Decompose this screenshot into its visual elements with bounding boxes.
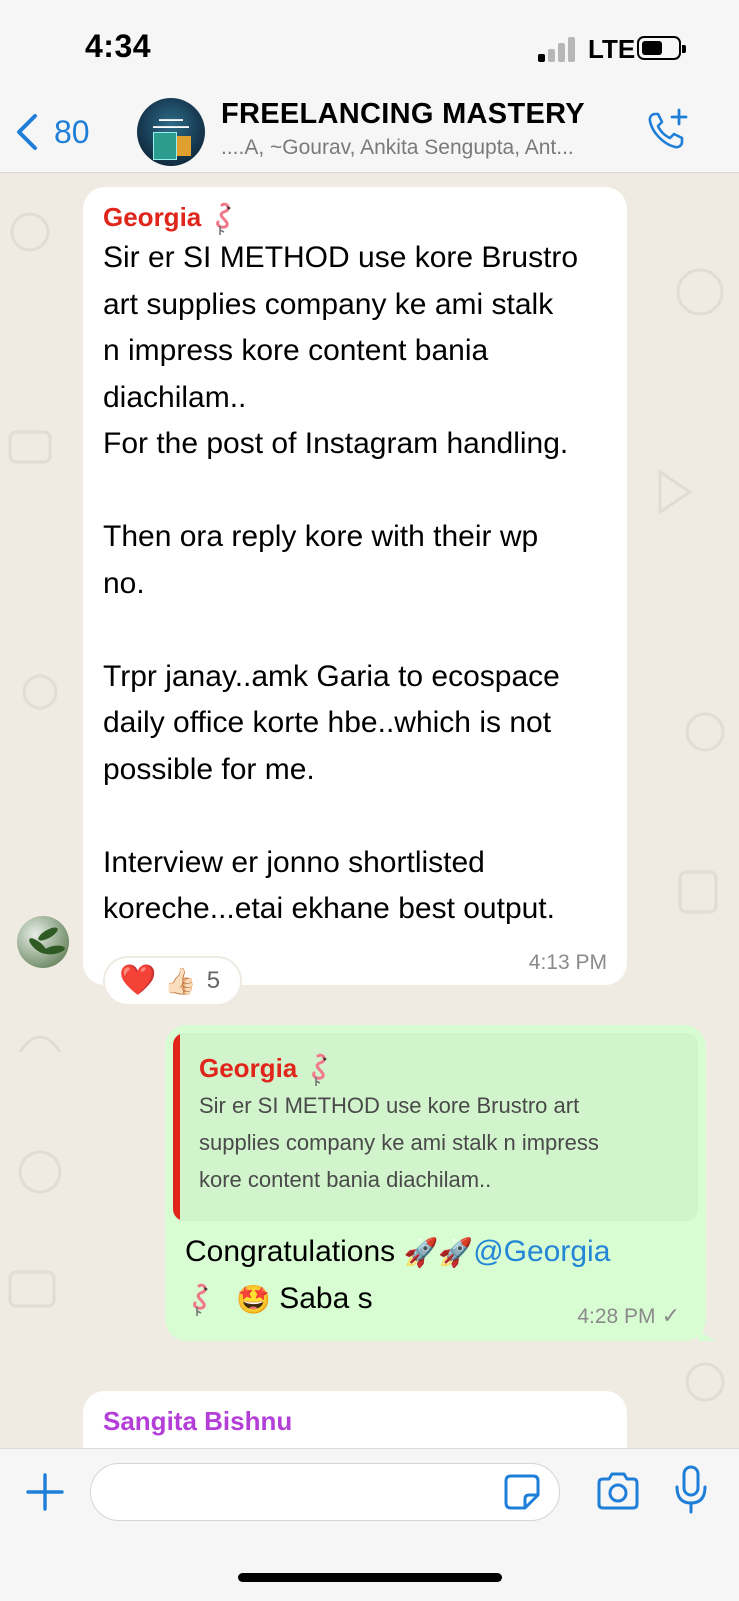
message-bubble-incoming[interactable]: Georgia Sir er SI METHOD use kore Brustr… bbox=[83, 187, 627, 985]
quoted-text: Sir er SI METHOD use kore Brustro art su… bbox=[199, 1093, 599, 1192]
sticker-icon[interactable] bbox=[503, 1473, 541, 1511]
group-name[interactable]: FREELANCING MASTERY bbox=[221, 98, 585, 131]
quoted-message[interactable]: Georgia Sir er SI METHOD use kore Brustr… bbox=[173, 1033, 698, 1221]
flamingo-icon bbox=[312, 1053, 328, 1087]
message-sender[interactable]: Sangita Bishnu bbox=[103, 1403, 607, 1439]
group-members[interactable]: ....A, ~Gourav, Ankita Sengupta, Ant... bbox=[221, 136, 621, 160]
back-button[interactable]: 80 bbox=[14, 110, 90, 154]
rocket-emoji: 🚀🚀 bbox=[403, 1237, 474, 1269]
message-input[interactable] bbox=[90, 1463, 560, 1521]
status-bar: 4:34 LTE bbox=[0, 0, 739, 96]
message-bubble-outgoing[interactable]: Georgia Sir er SI METHOD use kore Brustr… bbox=[165, 1025, 718, 1341]
avatar-artwork: ▬▬▬▬ ▬▬▬▬▬▬ bbox=[153, 117, 189, 130]
signal-icon bbox=[538, 36, 578, 62]
message-meta: 4:28 PM ✓ bbox=[577, 1303, 680, 1329]
microphone-icon[interactable] bbox=[673, 1465, 709, 1515]
sender-avatar[interactable] bbox=[17, 916, 69, 968]
message-text: Sir er SI METHOD use kore Brustro art su… bbox=[103, 241, 579, 925]
chat-area[interactable]: Georgia Sir er SI METHOD use kore Brustr… bbox=[0, 172, 739, 1448]
message-bubble-incoming[interactable]: Sangita Bishnu bbox=[83, 1391, 627, 1448]
thumbs-up-reaction-icon: 👍🏻 bbox=[164, 965, 197, 996]
plus-icon[interactable] bbox=[24, 1471, 66, 1513]
message-sender[interactable]: Georgia bbox=[103, 199, 607, 236]
chevron-left-icon bbox=[17, 114, 37, 150]
home-indicator bbox=[238, 1573, 502, 1582]
quoted-sender: Georgia bbox=[199, 1049, 682, 1087]
mention-link[interactable]: @Georgia bbox=[473, 1235, 610, 1268]
message-time: 4:13 PM bbox=[528, 951, 607, 974]
star-struck-emoji: 🤩 bbox=[236, 1284, 271, 1316]
add-call-icon[interactable] bbox=[643, 106, 691, 154]
battery-icon bbox=[637, 36, 686, 60]
unread-count: 80 bbox=[54, 113, 90, 150]
message-reactions[interactable]: ❤️ 👍🏻 5 bbox=[103, 956, 242, 1006]
chat-header: 80 ▬▬▬▬ ▬▬▬▬▬▬ FREELANCING MASTERY ....A,… bbox=[0, 96, 739, 173]
camera-icon[interactable] bbox=[595, 1471, 641, 1511]
sent-check-icon: ✓ bbox=[661, 1303, 680, 1328]
reaction-count: 5 bbox=[206, 967, 221, 994]
group-avatar[interactable]: ▬▬▬▬ ▬▬▬▬▬▬ bbox=[137, 98, 205, 166]
network-type: LTE bbox=[588, 34, 636, 64]
clock: 4:34 bbox=[85, 28, 152, 64]
flamingo-icon bbox=[216, 202, 232, 236]
bubble-tail bbox=[698, 1323, 718, 1341]
message-composer bbox=[0, 1448, 739, 1601]
flamingo-icon bbox=[193, 1283, 208, 1317]
message-time: 4:28 PM bbox=[577, 1305, 656, 1328]
heart-reaction-icon: ❤️ bbox=[119, 964, 157, 997]
